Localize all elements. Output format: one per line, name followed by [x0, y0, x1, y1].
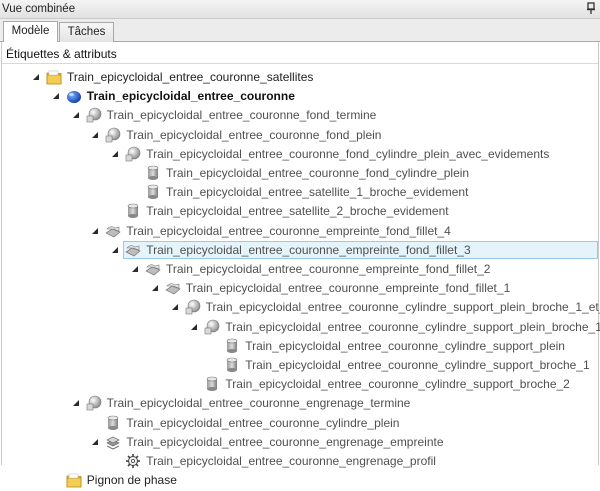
tree-row-label: Train_epicycloidal_entree_couronne_cylin…	[225, 319, 600, 334]
tree-row-label: Train_epicycloidal_entree_satellite_2_br…	[146, 204, 449, 219]
tree-row[interactable]: Train_epicycloidal_entree_couronne_fond_…	[2, 164, 598, 183]
tree-header-label: Étiquettes & attributs	[6, 47, 117, 61]
sphere-shape-icon	[105, 127, 121, 143]
tree-row-label: Train_epicycloidal_entree_couronne_engre…	[146, 454, 436, 468]
tree-row[interactable]: Train_epicycloidal_entree_satellite_1_br…	[2, 183, 598, 202]
tree-row-label: Train_epicycloidal_entree_couronne_empre…	[146, 242, 471, 257]
expand-arrow-icon[interactable]	[112, 150, 119, 157]
expand-arrow-icon[interactable]	[52, 93, 59, 100]
sphere-shape-icon	[204, 319, 220, 335]
expand-arrow-icon[interactable]	[132, 266, 138, 272]
expand-arrow-icon[interactable]	[72, 112, 79, 119]
expand-arrow-icon[interactable]	[33, 74, 39, 80]
tree-row[interactable]: Train_epicycloidal_entree_couronne_engre…	[2, 394, 598, 413]
tree-row-label: Train_epicycloidal_entree_couronne_empre…	[185, 281, 511, 296]
tree-row[interactable]: Train_epicycloidal_entree_couronne_empre…	[2, 279, 598, 298]
cylinder-icon	[125, 203, 141, 219]
stack-icon	[105, 434, 121, 450]
tree-row[interactable]: Pignon de phase	[2, 471, 598, 490]
tree-row[interactable]: Train_epicycloidal_entree_satellite_2_br…	[2, 202, 598, 221]
gear-icon	[125, 453, 141, 469]
tree-row-label: Train_epicycloidal_entree_couronne_cylin…	[205, 300, 600, 315]
pin-icon[interactable]	[585, 2, 597, 15]
tree-row[interactable]: Train_epicycloidal_entree_couronne_cylin…	[2, 318, 600, 337]
tree-row-label: Train_epicycloidal_entree_couronne_cylin…	[225, 377, 570, 392]
tree-row[interactable]: Train_epicycloidal_entree_couronne_fond_…	[2, 106, 598, 125]
tree-row[interactable]: Train_epicycloidal_entree_couronne_empre…	[2, 222, 598, 241]
tree-row-label: Train_epicycloidal_entree_couronne_engre…	[126, 434, 444, 449]
tree-row-label: Train_epicycloidal_entree_couronne_fond_…	[106, 108, 377, 123]
tree-column-header[interactable]: Étiquettes & attributs	[2, 42, 598, 64]
tab-modele[interactable]: Modèle	[3, 21, 58, 42]
tree-panel: Étiquettes & attributs Train_epicycloida…	[1, 42, 600, 488]
expand-arrow-icon[interactable]	[112, 246, 119, 253]
blue-part-icon	[66, 88, 82, 104]
tab-taches[interactable]: Tâches	[59, 22, 114, 42]
sphere-shape-icon	[125, 146, 141, 162]
tree-row-label: Train_epicycloidal_entree_couronne_cylin…	[245, 338, 565, 353]
tree-row-label: Pignon de phase	[86, 473, 177, 488]
fillet-icon	[145, 261, 161, 277]
window-titlebar: Vue combinée	[0, 0, 600, 19]
tree-row[interactable]: Train_epicycloidal_entree_couronne_cylin…	[2, 356, 598, 375]
tree-row-label: Train_epicycloidal_entree_couronne_fond_…	[166, 166, 470, 180]
tree-row[interactable]: Train_epicycloidal_entree_couronne_engre…	[2, 433, 598, 452]
tree-row-label: Train_epicycloidal_entree_couronne_cylin…	[245, 358, 590, 372]
tree-row-label: Train_epicycloidal_entree_couronne_fond_…	[126, 127, 382, 142]
cylinder-icon	[105, 415, 121, 431]
tree-row[interactable]: Train_epicycloidal_entree_couronne_fond_…	[2, 145, 598, 164]
cylinder-icon	[145, 165, 161, 181]
tree-row[interactable]: Train_epicycloidal_entree_couronne_cylin…	[2, 298, 600, 317]
tree-row[interactable]: Train_epicycloidal_entree_couronne_cylin…	[2, 375, 598, 394]
sphere-shape-icon	[185, 299, 201, 315]
tree-row[interactable]: Train_epicycloidal_entree_couronne_empre…	[2, 240, 598, 260]
tree-row-label: Train_epicycloidal_entree_couronne_engre…	[106, 396, 411, 411]
folder-icon	[46, 69, 62, 85]
tree-row-label: Train_epicycloidal_entree_couronne_fond_…	[146, 146, 550, 161]
tree-row[interactable]: Train_epicycloidal_entree_couronne_satel…	[2, 68, 598, 87]
tree-row[interactable]: Train_epicycloidal_entree_couronne_empre…	[2, 260, 598, 279]
expand-arrow-icon[interactable]	[92, 438, 99, 445]
expand-arrow-icon[interactable]	[151, 285, 158, 292]
sphere-shape-icon	[86, 107, 102, 123]
tree-row[interactable]: Train_epicycloidal_entree_couronne	[2, 87, 598, 106]
tree-row[interactable]: Train_epicycloidal_entree_couronne_fond_…	[2, 126, 598, 145]
folder-icon	[66, 472, 82, 488]
tree-row-label: Train_epicycloidal_entree_couronne_empre…	[126, 223, 451, 238]
expand-arrow-icon[interactable]	[92, 131, 99, 138]
cylinder-icon	[224, 357, 240, 373]
tab-bar: Modèle Tâches	[0, 19, 600, 42]
tree-row-label: Train_epicycloidal_entree_couronne_empre…	[166, 262, 491, 276]
expand-arrow-icon[interactable]	[92, 227, 99, 234]
tree-row-label: Train_epicycloidal_entree_couronne_cylin…	[126, 415, 400, 430]
expand-arrow-icon[interactable]	[191, 323, 198, 330]
window-title: Vue combinée	[2, 3, 76, 15]
tree-row[interactable]: Train_epicycloidal_entree_couronne_engre…	[2, 452, 598, 471]
fillet-icon	[105, 223, 121, 239]
tree-row-label: Train_epicycloidal_entree_couronne_satel…	[67, 70, 314, 84]
expand-arrow-icon[interactable]	[171, 304, 178, 311]
tree-row-label: Train_epicycloidal_entree_satellite_1_br…	[166, 185, 469, 200]
tree-row[interactable]: Train_epicycloidal_entree_couronne_cylin…	[2, 337, 598, 356]
cylinder-icon	[224, 338, 240, 354]
fillet-icon	[165, 280, 181, 296]
tree-row[interactable]: Train_epicycloidal_entree_couronne_cylin…	[2, 414, 598, 433]
cylinder-icon	[204, 376, 220, 392]
sphere-shape-icon	[86, 395, 102, 411]
cylinder-icon	[145, 184, 161, 200]
expand-arrow-icon[interactable]	[72, 400, 79, 407]
fillet-icon	[125, 242, 141, 258]
tree-row-label: Train_epicycloidal_entree_couronne	[86, 89, 295, 104]
